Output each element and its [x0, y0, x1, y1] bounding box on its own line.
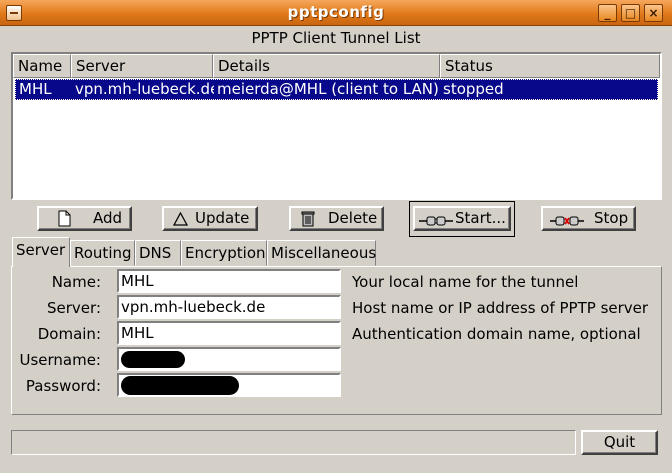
domain-label: Domain:: [37, 325, 101, 343]
update-label: Update: [195, 209, 250, 227]
start-label: Start...: [455, 209, 506, 227]
cell-server: vpn.mh-luebeck.de: [75, 80, 214, 98]
window-title: pptpconfig: [287, 3, 385, 21]
column-header-name[interactable]: Name: [13, 54, 71, 78]
domain-field[interactable]: MHL: [117, 321, 341, 345]
password-label: Password:: [25, 377, 101, 395]
name-field[interactable]: MHL: [117, 269, 341, 293]
column-header-server[interactable]: Server: [71, 54, 213, 78]
status-bar: [11, 430, 576, 455]
delete-button[interactable]: Delete: [289, 206, 384, 231]
update-button[interactable]: Update: [162, 206, 258, 231]
add-button[interactable]: Add: [37, 206, 132, 231]
tab-dns[interactable]: DNS: [135, 240, 181, 266]
add-label: Add: [93, 209, 123, 227]
tunnel-list-title: PPTP Client Tunnel List: [251, 29, 421, 47]
username-field[interactable]: [117, 347, 341, 371]
tab-routing[interactable]: Routing: [70, 240, 135, 266]
tunnel-list[interactable]: Name Server Details Status MHL vpn.mh-lu…: [11, 52, 662, 200]
cell-status: stopped: [443, 80, 504, 98]
plug-disconnected-icon: [550, 212, 584, 233]
server-hint: Host name or IP address of PPTP server: [352, 299, 649, 317]
stop-button[interactable]: Stop: [541, 206, 636, 231]
stop-label: Stop: [594, 209, 629, 227]
plug-connected-icon: [419, 212, 453, 233]
username-label: Username:: [19, 351, 101, 369]
tab-miscellaneous[interactable]: Miscellaneous: [267, 240, 376, 266]
update-triangle-icon: [172, 211, 189, 232]
password-field[interactable]: [117, 373, 341, 397]
quit-button[interactable]: Quit: [581, 430, 658, 455]
redacted-username: [121, 351, 185, 368]
minimize-icon[interactable]: _: [598, 4, 617, 22]
start-button[interactable]: Start...: [413, 206, 511, 231]
new-document-icon: [57, 210, 71, 233]
name-hint: Your local name for the tunnel: [352, 273, 579, 291]
close-icon[interactable]: ×: [644, 4, 663, 22]
trash-icon: [301, 210, 315, 233]
table-row[interactable]: MHL vpn.mh-luebeck.de meierda@MHL (clien…: [15, 79, 658, 100]
name-label: Name:: [51, 273, 101, 291]
cell-name: MHL: [19, 80, 52, 98]
maximize-icon[interactable]: □: [621, 4, 640, 22]
cell-details: meierda@MHL (client to LAN): [217, 80, 439, 98]
server-field[interactable]: vpn.mh-luebeck.de: [117, 295, 341, 319]
column-header-details[interactable]: Details: [213, 54, 440, 78]
delete-label: Delete: [328, 209, 378, 227]
tab-encryption[interactable]: Encryption: [181, 240, 267, 266]
column-header-status[interactable]: Status: [440, 54, 660, 78]
domain-hint: Authentication domain name, optional: [352, 325, 641, 343]
redacted-password: [121, 376, 239, 395]
tab-server[interactable]: Server: [12, 237, 70, 267]
server-label: Server:: [47, 299, 101, 317]
